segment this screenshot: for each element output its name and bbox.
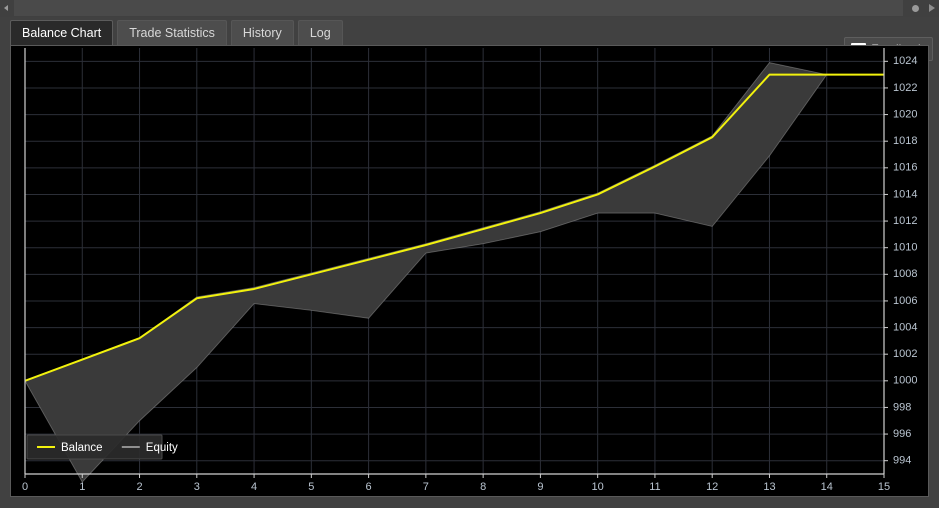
x-tick-label: 15 <box>878 481 890 493</box>
triangle-right-icon[interactable] <box>929 4 935 12</box>
y-tick-label: 1014 <box>893 188 917 200</box>
legend-label: Equity <box>146 442 178 454</box>
x-tick-label: 2 <box>136 481 142 493</box>
x-tick-label: 4 <box>251 481 257 493</box>
x-tick-label: 0 <box>22 481 28 493</box>
triangle-left-icon[interactable] <box>0 0 14 16</box>
balance-equity-chart[interactable]: 994 996 998 1000 1002 1004 1006 1008 1010 1012 101… <box>11 46 930 498</box>
x-tick-label: 6 <box>366 481 372 493</box>
x-tick-label: 12 <box>706 481 718 493</box>
y-tick-label: 998 <box>893 401 911 413</box>
x-tick-label: 14 <box>821 481 833 493</box>
chart-svg: 9949969981000100210041006100810101012101… <box>22 48 917 493</box>
y-tick-label: 1024 <box>893 55 917 67</box>
y-tick-label: 1008 <box>893 268 917 280</box>
x-tick-label: 9 <box>537 481 543 493</box>
dot-icon[interactable] <box>912 5 919 12</box>
x-tick-label: 8 <box>480 481 486 493</box>
tab-trade-statistics[interactable]: Trade Statistics <box>117 20 227 46</box>
y-tick-label: 996 <box>893 428 911 440</box>
y-tick-label: 1004 <box>893 321 917 333</box>
tab-history[interactable]: History <box>230 20 294 46</box>
x-tick-label: 10 <box>592 481 604 493</box>
scroll-track[interactable] <box>14 0 903 16</box>
chart-panel: 994 996 998 1000 1002 1004 1006 1008 1010 1012 101… <box>10 45 929 497</box>
tab-list: Balance Chart Trade Statistics History L… <box>10 20 343 46</box>
y-tick-label: 1016 <box>893 162 917 174</box>
y-tick-label: 1020 <box>893 108 917 120</box>
y-tick-label: 1006 <box>893 295 917 307</box>
y-tick-label: 1022 <box>893 82 917 94</box>
balance-chart-window: Balance Chart Trade Statistics History L… <box>0 0 939 508</box>
x-tick-label: 13 <box>763 481 775 493</box>
x-tick-label: 11 <box>649 481 660 493</box>
y-tick-label: 1012 <box>893 215 917 227</box>
legend-label: Balance <box>61 442 103 454</box>
x-tick-label: 1 <box>79 481 85 493</box>
x-tick-label: 5 <box>308 481 314 493</box>
x-tick-label: 3 <box>194 481 200 493</box>
y-tick-label: 1018 <box>893 135 917 147</box>
window-scroll-strip <box>0 0 939 18</box>
tab-balance-chart[interactable]: Balance Chart <box>10 20 114 46</box>
tab-bar: Balance Chart Trade Statistics History L… <box>0 17 939 61</box>
y-tick-label: 1002 <box>893 348 917 360</box>
y-tick-label: 1000 <box>893 375 917 387</box>
y-tick-label: 994 <box>893 455 911 467</box>
x-tick-label: 7 <box>423 481 429 493</box>
y-tick-label: 1010 <box>893 242 917 254</box>
tab-log[interactable]: Log <box>297 20 343 46</box>
